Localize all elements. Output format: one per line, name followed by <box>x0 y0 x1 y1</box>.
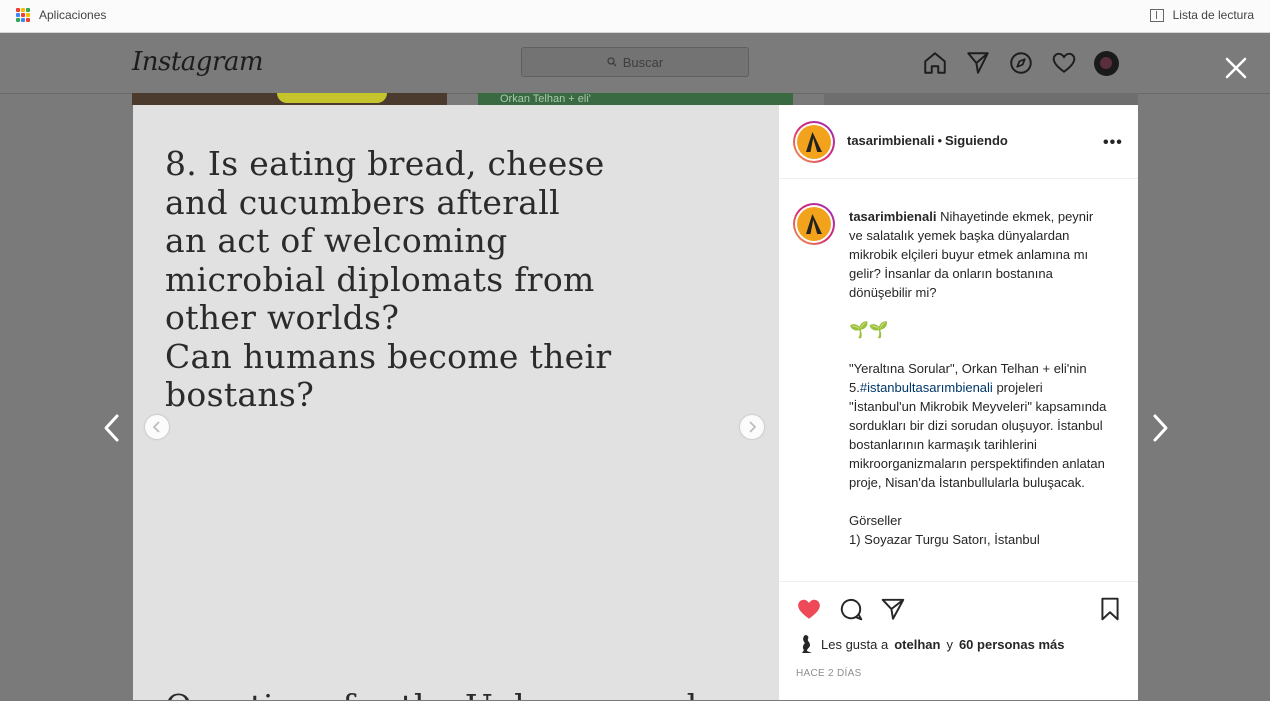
image-text-line: an act of welcoming <box>165 221 508 260</box>
like-heart-icon[interactable] <box>796 596 822 622</box>
bookmarks-bar: Aplicaciones Lista de lectura <box>0 0 1270 33</box>
image-bottom-text: Questions for the Unknown and <box>165 687 697 700</box>
explore-icon[interactable] <box>1008 50 1034 76</box>
feed-tile <box>132 93 447 105</box>
chevron-left-icon <box>152 421 160 433</box>
chevron-right-icon <box>749 421 757 433</box>
apps-shortcut[interactable]: Aplicaciones <box>16 8 106 22</box>
more-options-button[interactable]: ••• <box>1103 135 1123 151</box>
image-text-line: other worlds? <box>165 298 400 337</box>
follow-separator: • <box>937 133 942 148</box>
apps-label: Aplicaciones <box>39 8 107 22</box>
search-input[interactable]: Buscar <box>521 47 749 77</box>
caption-username[interactable]: tasarimbienali <box>849 209 936 224</box>
apps-grid-icon <box>16 8 30 22</box>
hashtag-link[interactable]: #istanbultasarımbienali <box>860 380 993 395</box>
share-icon[interactable] <box>880 596 906 622</box>
comments-section[interactable]: tasarimbienali Nihayetinde ekmek, peynir… <box>779 179 1138 579</box>
comment-icon[interactable] <box>838 596 864 622</box>
next-post-chevron-icon[interactable] <box>1145 411 1175 445</box>
feed-tile <box>824 93 1138 105</box>
likes-middle: y <box>946 636 953 652</box>
activity-heart-icon[interactable] <box>1051 50 1077 76</box>
author-avatar[interactable] <box>793 121 835 163</box>
previous-post-chevron-icon[interactable] <box>97 411 127 445</box>
feed-tile: Orkan Telhan + eli' <box>478 93 793 105</box>
likes-count-link[interactable]: 60 personas más <box>959 637 1065 652</box>
instagram-logo[interactable]: Instagram <box>132 47 264 77</box>
post-timestamp[interactable]: HACE 2 DÍAS <box>796 668 862 679</box>
likes-prefix: Les gusta a <box>821 636 889 652</box>
post-modal: 8. Is eating bread, cheese and cucumbers… <box>133 105 1138 700</box>
image-text-line: microbial diplomats from <box>165 259 595 299</box>
close-icon[interactable] <box>1222 54 1250 82</box>
profile-avatar[interactable] <box>1094 50 1119 76</box>
instagram-header: Instagram Buscar <box>0 33 1270 94</box>
search-placeholder: Buscar <box>622 54 664 70</box>
post-side-panel: tasarimbienali • Siguiendo ••• tasarimbien… <box>779 105 1138 700</box>
post-image: 8. Is eating bread, cheese and cucumbers… <box>133 105 779 700</box>
top-nav <box>922 50 1119 76</box>
carousel-prev-button[interactable] <box>145 415 169 439</box>
post-author-header: tasarimbienali • Siguiendo ••• <box>779 105 1138 179</box>
liker-username[interactable]: otelhan <box>894 637 940 652</box>
seedling-emoji-icon: 🌱🌱 <box>849 322 889 339</box>
image-text-line: 8. Is eating bread, cheese <box>165 144 605 183</box>
author-username[interactable]: tasarimbienali <box>847 133 934 148</box>
reading-list-icon <box>1149 8 1164 22</box>
post-image-text: 8. Is eating bread, cheese and cucumbers… <box>165 144 765 415</box>
home-icon[interactable] <box>922 50 948 76</box>
caption-text: 1) Soyazar Turgu Satorı, İstanbul <box>849 532 1040 547</box>
action-icons <box>796 596 906 622</box>
caption-author-avatar[interactable] <box>793 203 835 245</box>
caption-text: Görseller <box>849 513 902 528</box>
follow-status[interactable]: Siguiendo <box>945 133 1008 148</box>
author-line: tasarimbienali • Siguiendo <box>847 133 1008 148</box>
carousel-next-button[interactable] <box>740 415 764 439</box>
post-caption: tasarimbienali Nihayetinde ekmek, peynir… <box>849 207 1109 568</box>
reading-list-label: Lista de lectura <box>1172 8 1254 22</box>
post-actions: Les gusta a otelhan y 60 personas más HA… <box>779 581 1138 701</box>
direct-icon[interactable] <box>965 50 991 76</box>
bookmark-icon[interactable] <box>1097 596 1123 622</box>
liker-avatar[interactable] <box>799 634 815 654</box>
image-text-line: bostans? <box>165 375 315 414</box>
image-text-line: Can humans become their <box>165 336 612 376</box>
caption-text: projeleri "İstanbul'un Mikrobik Meyveler… <box>849 380 1107 490</box>
image-text-line: and cucumbers afterall <box>165 182 560 222</box>
reading-list-button[interactable]: Lista de lectura <box>1149 8 1254 22</box>
search-icon <box>607 57 617 67</box>
likes-summary: Les gusta a otelhan y 60 personas más <box>799 634 1064 654</box>
